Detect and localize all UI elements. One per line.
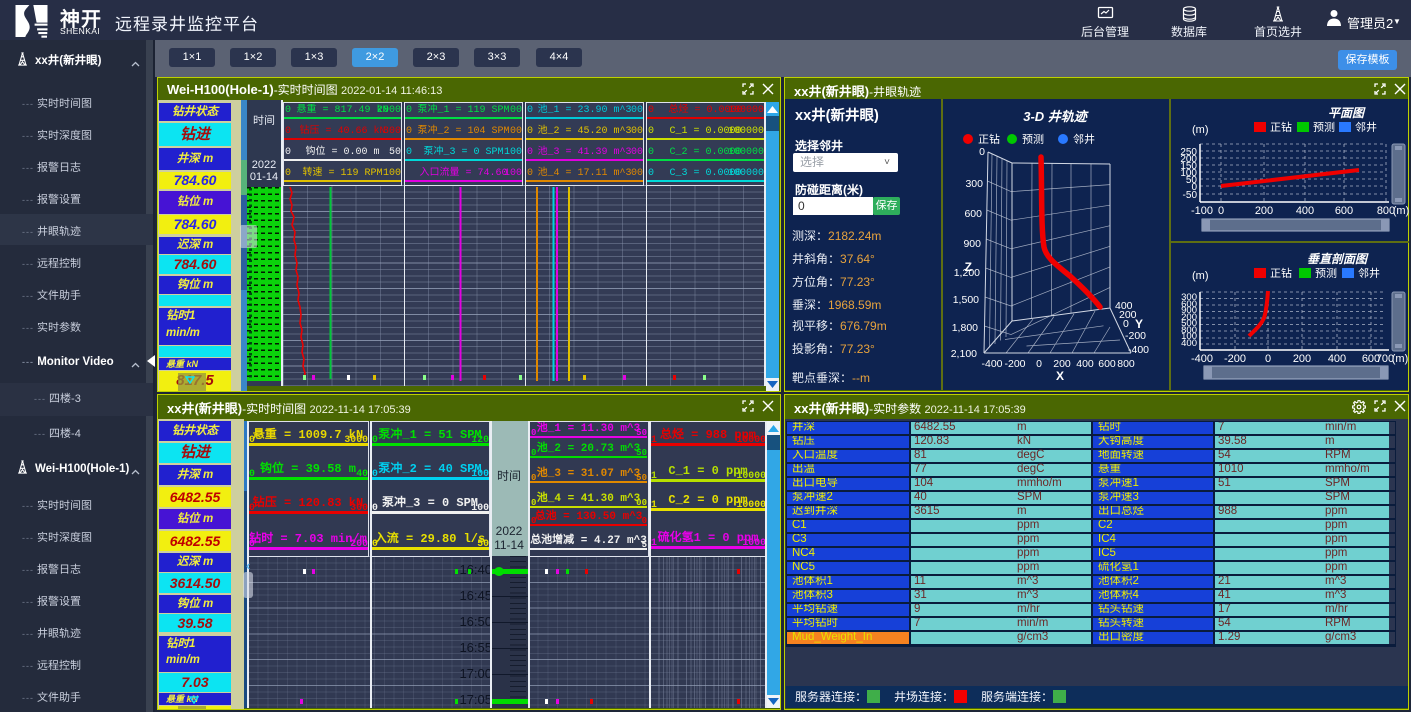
svg-text:正钻: 正钻: [1270, 121, 1292, 134]
svg-text:400: 400: [1076, 358, 1094, 370]
svg-text:邻井: 邻井: [1358, 267, 1380, 280]
svg-text:200: 200: [1255, 205, 1273, 217]
svg-text:1,500: 1,500: [953, 294, 979, 306]
svg-text:正钻: 正钻: [978, 133, 1000, 146]
svg-text:1,800: 1,800: [952, 322, 978, 334]
svg-text:X: X: [1056, 369, 1064, 383]
svg-text:600: 600: [1335, 205, 1353, 217]
svg-text:预测: 预测: [1313, 121, 1335, 134]
svg-text:200: 200: [1293, 353, 1311, 365]
svg-text:平面图: 平面图: [1328, 106, 1366, 120]
svg-text:(m): (m): [1192, 270, 1209, 282]
svg-text:0: 0: [979, 146, 985, 158]
svg-text:0: 0: [1265, 353, 1271, 365]
svg-text:800: 800: [1117, 358, 1135, 370]
svg-text:垂直剖面图: 垂直剖面图: [1307, 252, 1369, 266]
svg-text:-200: -200: [1004, 358, 1025, 370]
svg-text:400: 400: [1296, 205, 1314, 217]
svg-text:0: 0: [1036, 358, 1042, 370]
svg-text:-200: -200: [1224, 353, 1246, 365]
svg-text:预测: 预测: [1022, 133, 1044, 146]
svg-text:600: 600: [1098, 358, 1116, 370]
svg-text:Z: Z: [965, 260, 972, 274]
svg-text:Y: Y: [1135, 317, 1143, 331]
svg-text:900: 900: [963, 238, 981, 250]
svg-text:-400: -400: [1191, 353, 1213, 365]
svg-text:0: 0: [1218, 205, 1224, 217]
svg-text:2,100: 2,100: [951, 348, 977, 360]
svg-text:400: 400: [1181, 338, 1197, 349]
svg-text:600: 600: [964, 208, 982, 220]
svg-text:邻井: 邻井: [1355, 121, 1377, 134]
svg-text:3-D 井轨迹: 3-D 井轨迹: [1023, 109, 1089, 124]
svg-text:-50: -50: [1183, 190, 1198, 201]
svg-text:(m): (m): [1392, 353, 1409, 365]
svg-text:400: 400: [1328, 353, 1346, 365]
svg-text:-400: -400: [981, 358, 1002, 370]
svg-text:邻井: 邻井: [1073, 133, 1095, 146]
svg-text:正钻: 正钻: [1270, 267, 1292, 280]
svg-text:预测: 预测: [1315, 267, 1337, 280]
svg-text:(m): (m): [1192, 124, 1209, 136]
svg-text:0: 0: [1123, 318, 1129, 330]
svg-text:-100: -100: [1191, 205, 1213, 217]
svg-text:(m): (m): [1393, 205, 1409, 217]
svg-text:-400: -400: [1128, 344, 1149, 356]
svg-text:-200: -200: [1125, 330, 1146, 342]
svg-text:300: 300: [965, 178, 983, 190]
